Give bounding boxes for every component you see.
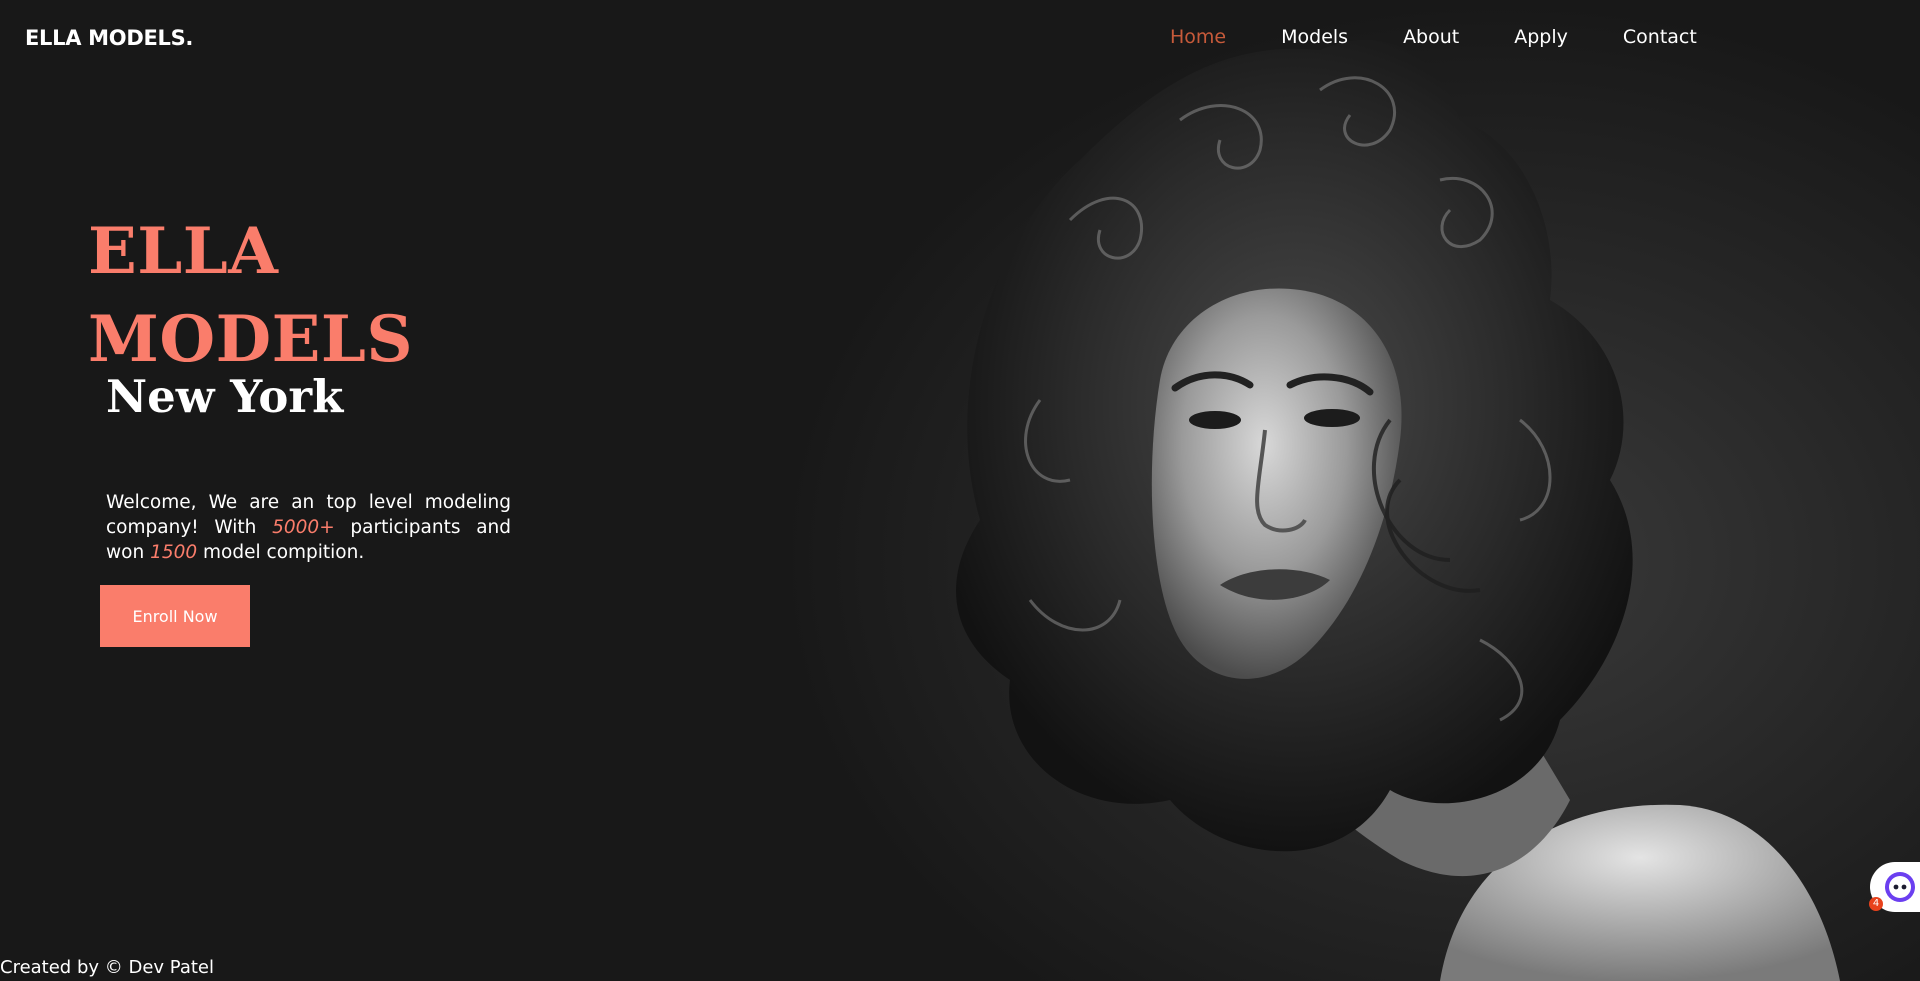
hero-subtitle: New York xyxy=(106,370,344,423)
main-navigation: Home Models About Apply Contact xyxy=(1170,26,1752,48)
footer-credit: Created by © Dev Patel xyxy=(0,957,214,978)
model-portrait-image xyxy=(956,39,1840,981)
competitions-count: 1500 xyxy=(150,542,198,563)
nav-item-about[interactable]: About xyxy=(1403,26,1459,48)
nav-item-home[interactable]: Home xyxy=(1170,26,1226,48)
nav-item-contact[interactable]: Contact xyxy=(1623,26,1697,48)
hero-title-line1: ELLA xyxy=(88,214,279,289)
hero-description: Welcome, We are an top level modeling co… xyxy=(106,490,511,565)
brand-logo[interactable]: ELLA MODELS. xyxy=(25,26,193,50)
chat-notification-badge: 4 xyxy=(1869,897,1883,911)
chat-bot-icon xyxy=(1885,872,1915,902)
enroll-now-button[interactable]: Enroll Now xyxy=(100,585,250,647)
desc-text: model compition. xyxy=(197,542,365,563)
hero-title-line2: MODELS xyxy=(88,302,414,377)
hero-title: ELLA MODELS xyxy=(88,208,413,384)
nav-item-models[interactable]: Models xyxy=(1281,26,1348,48)
nav-item-apply[interactable]: Apply xyxy=(1514,26,1568,48)
participants-count: 5000+ xyxy=(272,517,335,538)
